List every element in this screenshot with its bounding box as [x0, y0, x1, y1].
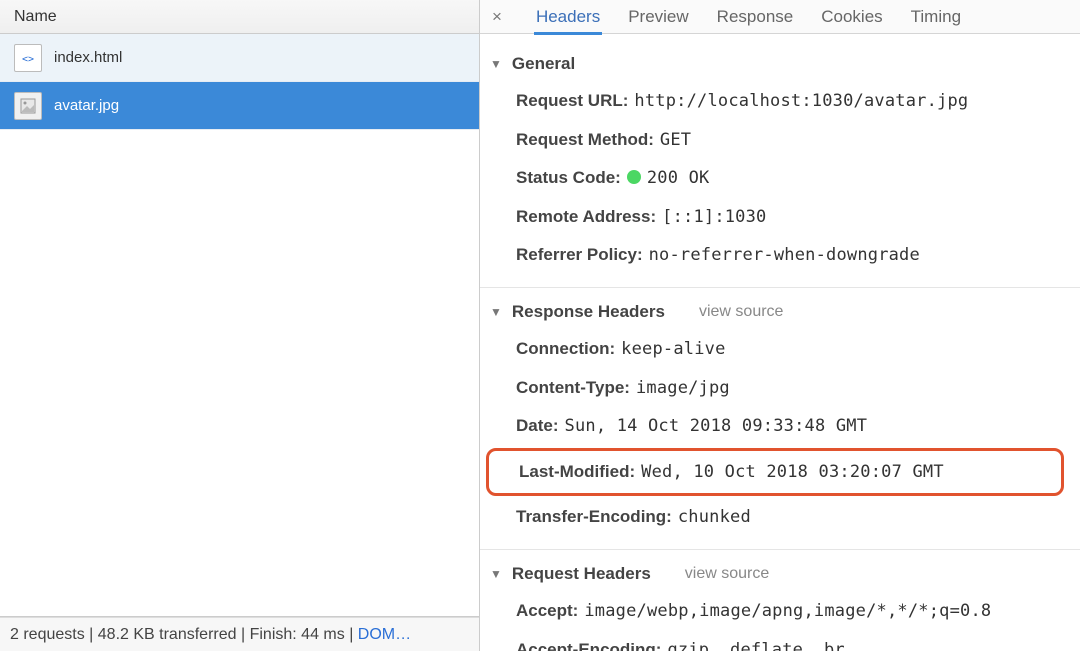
header-key: Last-Modified:	[519, 462, 635, 481]
image-file-icon	[14, 92, 42, 120]
tab-response[interactable]: Response	[717, 7, 794, 27]
svg-text:<>: <>	[22, 54, 34, 65]
file-name: avatar.jpg	[54, 97, 119, 114]
header-row: Last-Modified: Wed, 10 Oct 2018 03:20:07 …	[519, 453, 1053, 492]
section-request_headers: ▼ Request Headers view source Accept: image/…	[480, 549, 1080, 651]
header-value: no-referrer-when-downgrade	[649, 245, 920, 265]
file-name: index.html	[54, 49, 122, 66]
column-header-name[interactable]: Name	[0, 0, 479, 34]
header-key: Request URL:	[516, 91, 628, 110]
close-icon[interactable]: ×	[486, 7, 508, 27]
header-row: Transfer-Encoding: chunked	[480, 498, 1080, 537]
header-value: keep-alive	[621, 339, 725, 359]
header-value: http://localhost:1030/avatar.jpg	[634, 91, 968, 111]
headers-content: ▼ General Request URL: http://localhost:103…	[480, 34, 1080, 651]
section-title: General	[512, 54, 575, 74]
header-value: [::1]:1030	[662, 207, 766, 227]
header-value: image/webp,image/apng,image/*,*/*;q=0.8	[584, 601, 991, 621]
header-row: Referrer Policy: no-referrer-when-downgra…	[480, 236, 1080, 275]
tab-timing[interactable]: Timing	[911, 7, 961, 27]
header-row: Status Code: 200 OK	[480, 159, 1080, 198]
header-row: Date: Sun, 14 Oct 2018 09:33:48 GMT	[480, 407, 1080, 446]
tab-headers[interactable]: Headers	[536, 7, 600, 27]
file-row[interactable]: <> index.html	[0, 34, 479, 82]
header-row: Accept: image/webp,image/apng,image/*,*/*…	[480, 592, 1080, 631]
section-header[interactable]: ▼ Response Headers view source	[480, 298, 1080, 330]
section-response_headers: ▼ Response Headers view source Connection: k…	[480, 287, 1080, 543]
chevron-down-icon: ▼	[490, 57, 502, 71]
header-row: Accept-Encoding: gzip, deflate, br	[480, 631, 1080, 651]
header-value: Sun, 14 Oct 2018 09:33:48 GMT	[565, 416, 868, 436]
header-key: Remote Address:	[516, 207, 656, 226]
tab-cookies[interactable]: Cookies	[821, 7, 882, 27]
view-source-link[interactable]: view source	[699, 303, 783, 321]
status-finish: Finish: 44 ms	[250, 626, 345, 643]
header-value: image/jpg	[636, 378, 730, 398]
header-row: Remote Address: [::1]:1030	[480, 198, 1080, 237]
chevron-down-icon: ▼	[490, 305, 502, 319]
section-header[interactable]: ▼ General	[480, 50, 1080, 82]
highlighted-header: Last-Modified: Wed, 10 Oct 2018 03:20:07 …	[486, 448, 1064, 497]
header-value: gzip, deflate, br	[667, 640, 844, 651]
network-request-list-panel: Name <> index.html avatar.jpg 2 requests |…	[0, 0, 480, 651]
request-detail-panel: × Headers Preview Response Cookies Timing ▼ G…	[480, 0, 1080, 651]
header-key: Accept-Encoding:	[516, 640, 661, 651]
file-list: <> index.html avatar.jpg	[0, 34, 479, 617]
detail-tab-bar: × Headers Preview Response Cookies Timing	[480, 0, 1080, 34]
html-file-icon: <>	[14, 44, 42, 72]
header-row: Content-Type: image/jpg	[480, 369, 1080, 408]
header-row: Request URL: http://localhost:1030/avatar…	[480, 82, 1080, 121]
header-key: Status Code:	[516, 168, 621, 187]
header-key: Date:	[516, 416, 559, 435]
header-key: Referrer Policy:	[516, 245, 643, 264]
section-title: Request Headers	[512, 564, 651, 584]
header-value: chunked	[678, 507, 751, 527]
chevron-down-icon: ▼	[490, 567, 502, 581]
header-value: GET	[660, 130, 691, 150]
view-source-link[interactable]: view source	[685, 565, 769, 583]
header-row: Connection: keep-alive	[480, 330, 1080, 369]
tab-preview[interactable]: Preview	[628, 7, 688, 27]
header-value: 200 OK	[627, 168, 710, 188]
header-key: Connection:	[516, 339, 615, 358]
section-title: Response Headers	[512, 302, 665, 322]
section-general: ▼ General Request URL: http://localhost:103…	[480, 40, 1080, 281]
status-ok-icon	[627, 170, 641, 184]
status-transferred: 48.2 KB transferred	[98, 626, 237, 643]
header-value: Wed, 10 Oct 2018 03:20:07 GMT	[641, 462, 944, 482]
header-key: Transfer-Encoding:	[516, 507, 672, 526]
header-key: Content-Type:	[516, 378, 630, 397]
network-status-bar: 2 requests | 48.2 KB transferred | Finis…	[0, 617, 479, 651]
status-requests: 2 requests	[10, 626, 85, 643]
header-key: Request Method:	[516, 130, 654, 149]
file-row[interactable]: avatar.jpg	[0, 82, 479, 130]
header-row: Request Method: GET	[480, 121, 1080, 160]
section-header[interactable]: ▼ Request Headers view source	[480, 560, 1080, 592]
status-domcontentloaded: DOM…	[358, 626, 411, 643]
header-key: Accept:	[516, 601, 578, 620]
